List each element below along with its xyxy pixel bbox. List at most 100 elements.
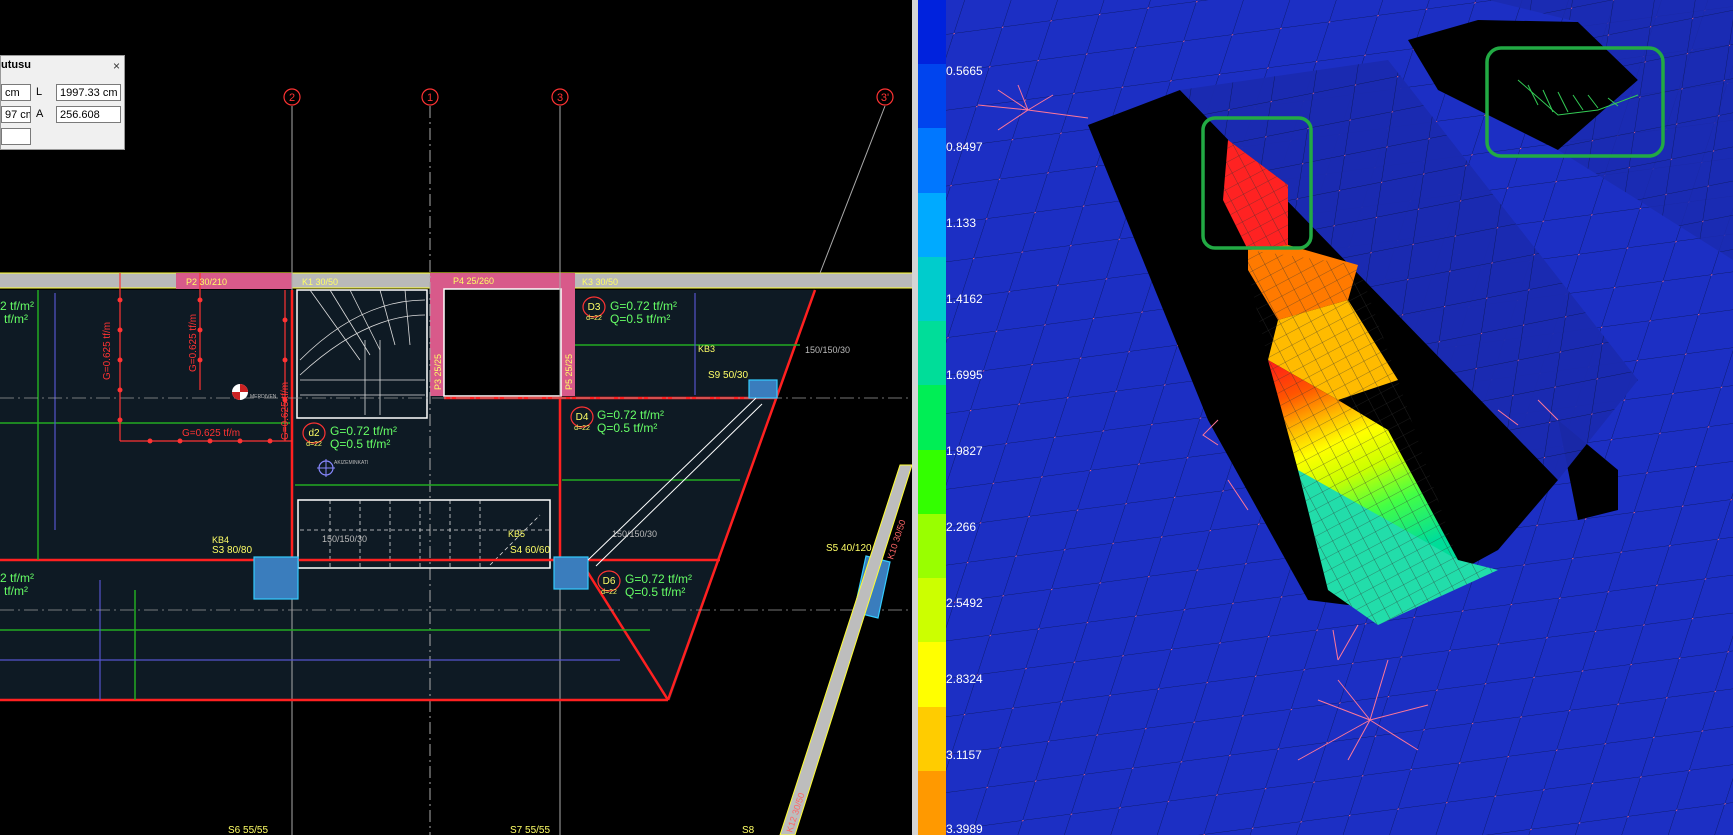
- beam-label-k1: K1 30/50: [302, 277, 338, 287]
- beam-label-150b: 150/150/30: [322, 534, 367, 544]
- slab-fill: [0, 290, 815, 700]
- beam-label-150c: 150/150/30: [612, 529, 657, 539]
- svg-text:d=22: d=22: [601, 589, 617, 596]
- legend-label: 3.3989: [946, 822, 983, 835]
- legend-swatch: [918, 321, 946, 387]
- line-load-label-2: G=0.625 tf/m: [188, 314, 199, 372]
- legend-label: 2.266: [946, 520, 977, 534]
- svg-text:2: 2: [289, 92, 295, 104]
- dialog-title: utusu: [1, 59, 31, 71]
- slab-left-bot-g: 2 tf/m²: [0, 571, 34, 585]
- slab-left-bot-q: tf/m²: [4, 584, 28, 598]
- close-icon[interactable]: ×: [113, 59, 120, 73]
- beam-label-kb3: KB3: [698, 344, 715, 354]
- svg-text:3: 3: [557, 92, 563, 104]
- svg-text:d=22: d=22: [586, 315, 602, 322]
- svg-text:MERDIVEN: MERDIVEN: [250, 394, 277, 400]
- svg-text:Q=0.5 tf/m²: Q=0.5 tf/m²: [625, 585, 685, 599]
- svg-text:d=22: d=22: [306, 441, 322, 448]
- line-load-label-1: G=0.625 tf/m: [102, 322, 113, 380]
- legend-label: 3.1157: [946, 748, 982, 762]
- svg-text:d=22: d=22: [574, 425, 590, 432]
- diagonal-beam: [779, 464, 912, 835]
- slab-d3[interactable]: D3 d=22 G=0.72 tf/m² Q=0.5 tf/m²: [582, 296, 677, 326]
- field-3[interactable]: [1, 128, 31, 145]
- fem-3d-viewport[interactable]: 0.5665 0.8497 1.133 1.4162 1.6995 1.9827…: [918, 0, 1733, 835]
- beam-label-s4: S4 60/60: [510, 545, 550, 556]
- svg-text:D4: D4: [576, 412, 589, 423]
- column-s9[interactable]: [748, 379, 778, 399]
- axis-bubble-1: 1: [421, 88, 439, 106]
- legend-label: 1.133: [946, 216, 977, 230]
- column-s4[interactable]: [553, 556, 589, 590]
- legend-swatch: [918, 449, 946, 515]
- column-s3[interactable]: [253, 556, 299, 600]
- svg-text:d2: d2: [308, 428, 320, 439]
- fem-mesh[interactable]: [918, 0, 1733, 835]
- area-field[interactable]: 256.608: [56, 106, 121, 123]
- svg-text:1: 1: [427, 92, 433, 104]
- svg-text:D3: D3: [588, 302, 601, 313]
- legend-swatch: [918, 706, 946, 772]
- svg-text:G=0.72 tf/m²: G=0.72 tf/m²: [597, 408, 664, 422]
- legend-label: 1.9827: [946, 444, 983, 458]
- beam-label-p3: P3 25/25: [433, 354, 443, 390]
- legend-label: 2.5492: [946, 596, 983, 610]
- line-load-label-4: G=0.625 tf/m: [280, 382, 291, 440]
- beam-label-150a: 150/150/30: [805, 345, 850, 355]
- beam-label-p2: P2 30/210: [186, 277, 227, 287]
- beam-p4: [430, 273, 575, 289]
- beam-label-s8: S8: [742, 825, 755, 835]
- axis-bubble-3: 3: [551, 88, 569, 106]
- legend-label: 0.8497: [946, 140, 983, 154]
- line-load-label-3: G=0.625 tf/m: [182, 428, 240, 439]
- legend-label: 0.5665: [946, 64, 983, 78]
- svg-text:AKIZEMINKATI: AKIZEMINKATI: [334, 460, 368, 466]
- slab-d2[interactable]: d2 d=22 G=0.72 tf/m² Q=0.5 tf/m²: [302, 422, 397, 451]
- slab-left-top-q: tf/m²: [4, 312, 28, 326]
- color-legend: [918, 0, 946, 835]
- beam-label-s9: S9 50/30: [708, 370, 748, 381]
- legend-label: 1.4162: [946, 292, 983, 306]
- opening: [443, 288, 562, 397]
- beam-label-s6: S6 55/55: [228, 825, 268, 835]
- legend-swatch: [918, 64, 946, 130]
- axis-bubble-3prime: 3': [876, 88, 894, 106]
- svg-text:G=0.72 tf/m²: G=0.72 tf/m²: [625, 572, 692, 586]
- slab-d4[interactable]: D4 d=22 G=0.72 tf/m² Q=0.5 tf/m²: [570, 406, 664, 435]
- svg-text:G=0.72 tf/m²: G=0.72 tf/m²: [610, 299, 677, 313]
- legend-swatch: [918, 578, 946, 644]
- slab-d6[interactable]: D6 d=22 G=0.72 tf/m² Q=0.5 tf/m²: [597, 570, 692, 599]
- legend-swatch: [918, 256, 946, 323]
- svg-text:3': 3': [881, 92, 889, 104]
- beam-label-p5: P5 25/25: [564, 354, 574, 390]
- legend-swatch: [918, 128, 946, 194]
- svg-text:D6: D6: [603, 576, 616, 587]
- beam-label-kb5: KB5: [508, 529, 525, 539]
- field-1[interactable]: cm: [1, 84, 31, 101]
- measure-info-dialog[interactable]: utusu × cm L 1997.33 cm 97 cm A 256.608: [0, 55, 125, 150]
- cad-plan-viewport[interactable]: 2 1 3 3' G=0.625 tf/m G=0.625 tf/m G=0.6…: [0, 0, 912, 835]
- legend-label: 1.6995: [946, 368, 983, 382]
- beam-label-p4: P4 25/260: [453, 276, 494, 286]
- svg-text:G=0.72 tf/m²: G=0.72 tf/m²: [330, 424, 397, 438]
- beam-label-s3: S3 80/80: [212, 545, 252, 556]
- legend-swatch: [918, 642, 946, 708]
- legend-swatch: [918, 770, 946, 835]
- beam-label-kb4: KB4: [212, 535, 229, 545]
- beam-label-s5: S5 40/120: [826, 543, 872, 554]
- label-l: L: [36, 86, 43, 98]
- label-a: A: [36, 108, 44, 120]
- svg-text:Q=0.5 tf/m²: Q=0.5 tf/m²: [597, 421, 657, 435]
- slab-left-top-g: 2 tf/m²: [0, 299, 34, 313]
- legend-swatch: [918, 192, 946, 258]
- cad-drawing[interactable]: 2 1 3 3' G=0.625 tf/m G=0.625 tf/m G=0.6…: [0, 0, 912, 835]
- field-2[interactable]: 97 cm: [1, 106, 31, 123]
- legend-swatch: [918, 0, 946, 66]
- legend-label: 2.8324: [946, 672, 983, 686]
- beam-label-s7: S7 55/55: [510, 825, 550, 835]
- legend-swatch: [918, 513, 946, 580]
- length-field[interactable]: 1997.33 cm: [56, 84, 121, 101]
- beam-label-k3: K3 30/50: [582, 277, 618, 287]
- svg-text:Q=0.5 tf/m²: Q=0.5 tf/m²: [610, 312, 670, 326]
